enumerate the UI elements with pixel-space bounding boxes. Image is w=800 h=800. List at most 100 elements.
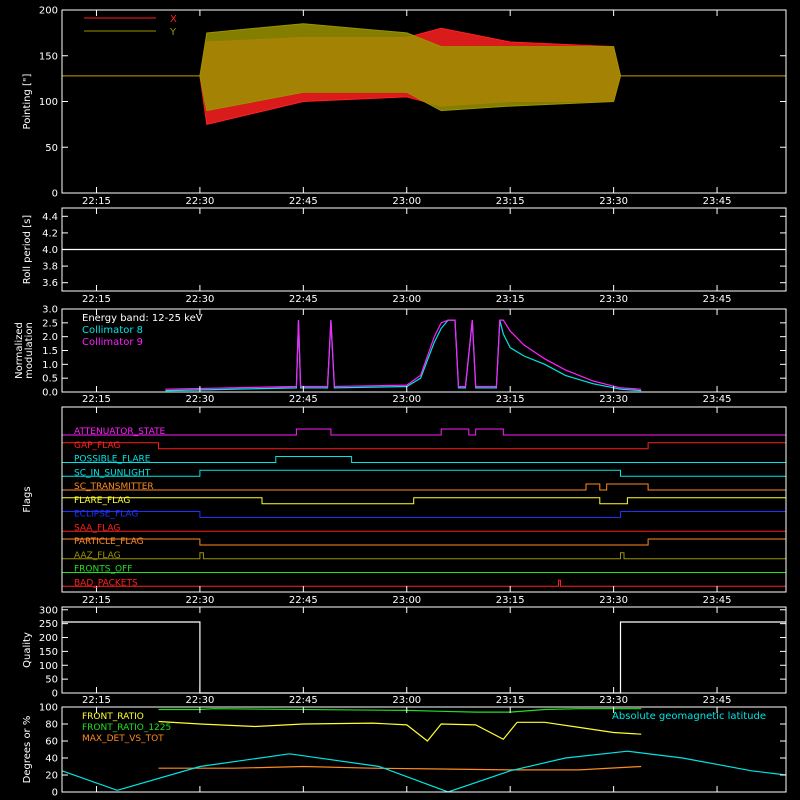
axes-layer xyxy=(61,9,787,793)
modulation-ytick-label-0: 0.0 xyxy=(42,388,58,399)
ratios-legend-label-2: MAX_DET_VS_TOT xyxy=(82,734,164,744)
ratios-ytick-label-5: 100 xyxy=(39,703,58,714)
roll-ytick-label-3: 4.2 xyxy=(42,228,58,239)
modulation-xtick-label-6: 23:45 xyxy=(703,394,732,405)
chart-canvas: Pointing ["]050100150200XY22:15 22:30 22:4… xyxy=(14,6,787,799)
modulation-series-collimator-8 xyxy=(165,319,642,392)
flags-xtick-label-1: 22:30 xyxy=(185,595,214,606)
modulation-ytick-label-1: 0.5 xyxy=(42,374,58,385)
quality-ytick-label-6: 300 xyxy=(39,605,58,616)
modulation-ytick-label-6: 3.0 xyxy=(42,305,58,316)
ratios-series-front-ratio-1225 xyxy=(158,708,642,713)
pointing-xtick-label-2: 22:45 xyxy=(289,196,318,207)
modulation-ytick-label-4: 2.0 xyxy=(42,332,58,343)
flag-label-6: ECLIPSE_FLAG xyxy=(74,510,138,520)
pointing-legend-label-0: X xyxy=(170,14,177,25)
flags-xtick-label-0: 22:15 xyxy=(82,595,111,606)
quality-xtick-label-2: 22:45 xyxy=(289,695,318,706)
pointing-ytick-label-0: 0 xyxy=(52,189,58,200)
roll-xtick-label-3: 23:00 xyxy=(392,294,421,305)
ratios-legend-label-0: FRONT_RATIO xyxy=(82,712,144,722)
flag-label-4: SC_TRANSMITTER xyxy=(74,482,154,492)
modulation-legend-label-1: Collimator 9 xyxy=(82,337,143,348)
flag-label-0: ATTENUATOR_STATE xyxy=(74,427,166,437)
quality-ytick-label-4: 200 xyxy=(39,633,58,644)
flag-line-sc-transmitter xyxy=(62,483,786,491)
pointing-ylabel: Pointing ["] xyxy=(22,73,33,129)
roll-xtick-label-0: 22:15 xyxy=(82,294,111,305)
quality-ytick-label-2: 100 xyxy=(39,661,58,672)
flag-line-eclipse-flag xyxy=(62,511,786,518)
modulation-series-collimator-9 xyxy=(165,319,642,390)
roll-ytick-label-2: 4.0 xyxy=(42,245,58,256)
pointing-xtick-label-4: 23:15 xyxy=(496,196,525,207)
text-layer: Pointing ["]050100150200XY22:15 22:30 22:4… xyxy=(14,6,766,799)
modulation-xtick-label-4: 23:15 xyxy=(496,394,525,405)
ratios-legend-label-1: FRONT_RATIO_1225 xyxy=(82,723,171,733)
ratios-ytick-label-4: 80 xyxy=(45,720,58,731)
flag-label-11: BAD_PACKETS xyxy=(74,578,138,588)
quality-frame xyxy=(61,606,787,694)
modulation-ylabel-2: modulation xyxy=(24,322,35,379)
ratios-series-absolute-geomagnetic-latitude xyxy=(61,750,787,793)
quality-xtick-label-0: 22:15 xyxy=(82,695,111,706)
modulation-ytick-label-2: 1.0 xyxy=(42,360,58,371)
roll-ytick-label-0: 3.6 xyxy=(42,278,58,289)
flag-label-1: GAP_FLAG xyxy=(74,441,120,451)
flag-label-9: AAZ_FLAG xyxy=(74,551,121,561)
flag-line-flare-flag xyxy=(62,497,786,505)
roll-ytick-label-4: 4.4 xyxy=(42,212,58,223)
flag-line-possible-flare xyxy=(62,456,786,463)
pointing-ytick-label-4: 200 xyxy=(39,6,58,17)
modulation-legend-label-0: Collimator 8 xyxy=(82,325,143,336)
pointing-xtick-label-0: 22:15 xyxy=(82,196,111,207)
flag-line-attenuator-state xyxy=(62,428,786,436)
roll-ylabel: Roll period [s] xyxy=(22,215,33,284)
ratios-ytick-label-3: 60 xyxy=(45,737,58,748)
flag-label-2: POSSIBLE_FLARE xyxy=(74,455,151,465)
roll-xtick-label-5: 23:30 xyxy=(599,294,628,305)
flags-xtick-label-6: 23:45 xyxy=(703,595,732,606)
pointing-xtick-label-6: 23:45 xyxy=(703,196,732,207)
flags-ylabel: Flags xyxy=(22,486,33,512)
roll-ytick-label-1: 3.8 xyxy=(42,262,58,273)
flag-line-gap-flag xyxy=(62,442,786,450)
modulation-xtick-label-0: 22:15 xyxy=(82,394,111,405)
pointing-ytick-label-2: 100 xyxy=(39,97,58,108)
modulation-ytick-label-3: 1.5 xyxy=(42,346,58,357)
flags-xtick-label-4: 23:15 xyxy=(496,595,525,606)
ratios-ylabel: Degrees or % xyxy=(22,716,33,784)
pointing-xtick-label-3: 23:00 xyxy=(392,196,421,207)
modulation-ytick-label-5: 2.5 xyxy=(42,318,58,329)
roll-xtick-label-6: 23:45 xyxy=(703,294,732,305)
modulation-xtick-label-1: 22:30 xyxy=(185,394,214,405)
quality-xtick-label-4: 23:15 xyxy=(496,695,525,706)
flag-label-3: SC_IN_SUNLIGHT xyxy=(74,468,151,478)
quality-ytick-label-3: 150 xyxy=(39,647,58,658)
modulation-xtick-label-2: 22:45 xyxy=(289,394,318,405)
flag-label-10: FRONTS_OFF xyxy=(74,565,132,575)
flag-line-particle-flag xyxy=(62,538,786,546)
pointing-xtick-label-5: 23:30 xyxy=(599,196,628,207)
pointing-xtick-label-1: 22:30 xyxy=(185,196,214,207)
ratios-series-front-ratio xyxy=(158,720,642,742)
ratios-ytick-label-0: 0 xyxy=(52,788,58,799)
quality-xtick-label-5: 23:30 xyxy=(599,695,628,706)
roll-xtick-label-4: 23:15 xyxy=(496,294,525,305)
quality-xtick-label-3: 23:00 xyxy=(392,695,421,706)
modulation-annotation: Energy band: 12-25 keV xyxy=(82,313,203,324)
ratios-annotation: Absolute geomagnetic latitude xyxy=(612,711,766,722)
pointing-ytick-label-3: 150 xyxy=(39,51,58,62)
flag-line-sc-in-sunlight xyxy=(62,469,786,477)
quality-xtick-label-1: 22:30 xyxy=(185,695,214,706)
quality-ytick-label-1: 50 xyxy=(45,675,58,686)
ratios-ytick-label-1: 20 xyxy=(45,771,58,782)
series-layer xyxy=(61,23,787,793)
ratios-ytick-label-2: 40 xyxy=(45,754,58,765)
modulation-xtick-label-5: 23:30 xyxy=(599,394,628,405)
flag-label-5: FLARE_FLAG xyxy=(74,496,130,506)
flags-xtick-label-2: 22:45 xyxy=(289,595,318,606)
flag-label-7: SAA_FLAG xyxy=(74,523,120,533)
flag-line-bad-packets xyxy=(62,579,786,587)
flags-xtick-label-3: 23:00 xyxy=(392,595,421,606)
